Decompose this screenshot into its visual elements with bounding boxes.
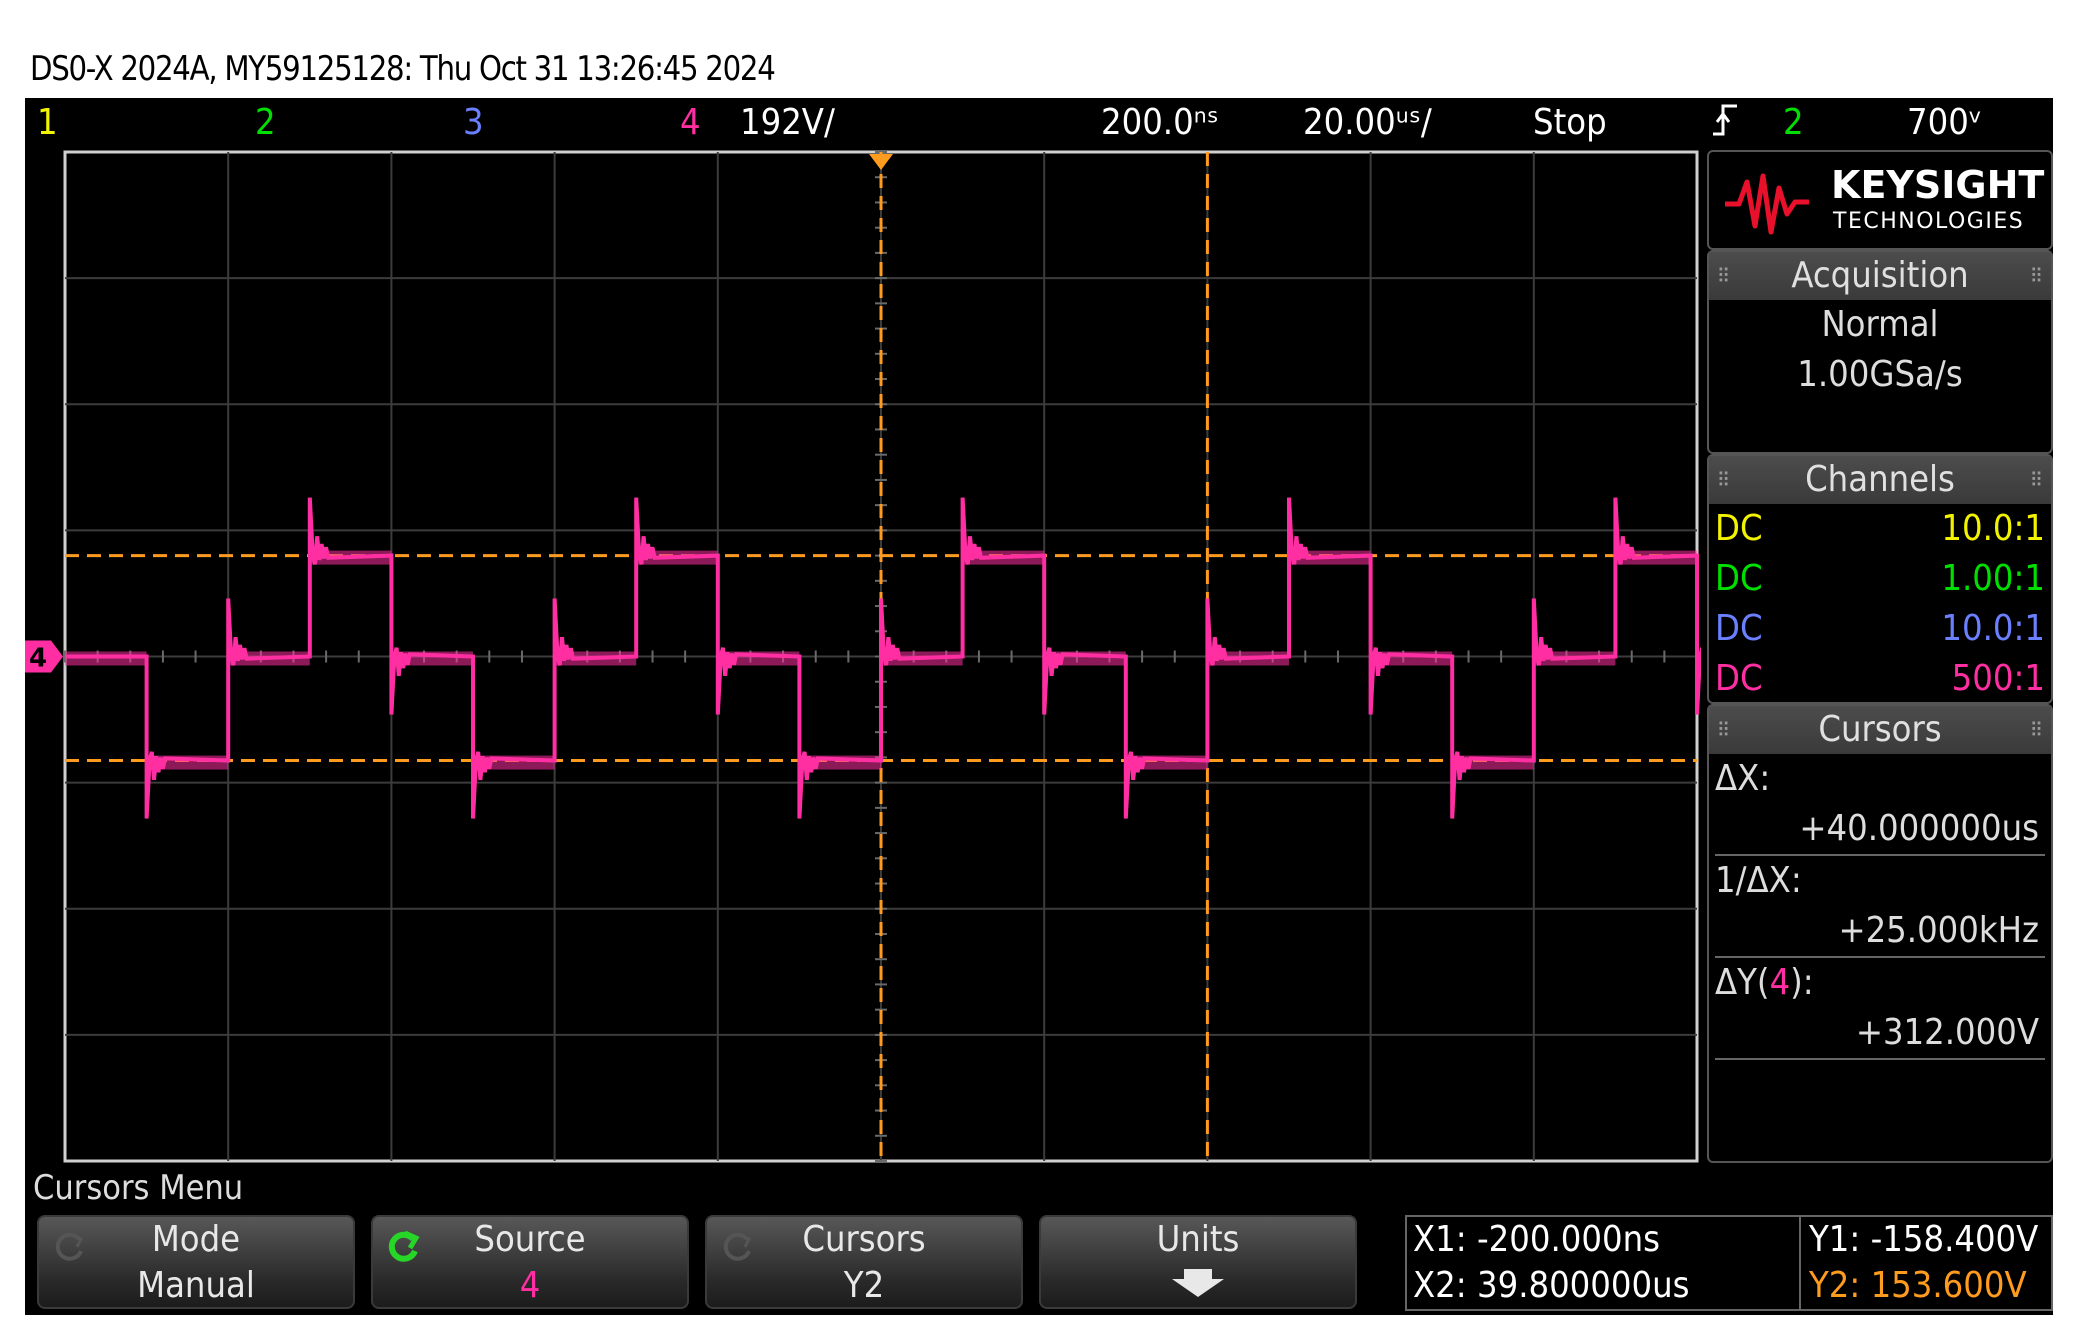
- delta-x-label: ΔX:: [1715, 758, 1771, 799]
- x1-readout: X1: -200.000ns: [1413, 1219, 1660, 1260]
- cursors-header[interactable]: ⠿ Cursors ⠿: [1709, 706, 2051, 754]
- source-value: 4: [519, 1265, 541, 1306]
- channel-row: DC 1.00:1: [1709, 554, 2051, 604]
- waveform-graticule[interactable]: 4: [25, 150, 1701, 1163]
- waveform-noise-band: [65, 651, 147, 666]
- trigger-source: 2: [1783, 102, 1804, 143]
- y1-readout: Y1: -158.400V: [1809, 1219, 2039, 1260]
- inverse-delta-x-value: +25.000kHz: [1715, 906, 2045, 958]
- inverse-delta-x-label: 1/ΔX:: [1715, 860, 1802, 901]
- cursor-readout: X1: -200.000ns X2: 39.800000us Y1: -158.…: [1405, 1215, 2053, 1311]
- oscilloscope-display: 1 2 3 4 192V/ 200.0ⁿˢ 20.00ᵘˢ/ Stop 2 70…: [25, 98, 2053, 1315]
- waveform-noise-band: [146, 755, 229, 770]
- sample-rate: 1.00GSa/s: [1797, 354, 1963, 395]
- y2-readout: Y2: 153.600V: [1809, 1265, 2027, 1306]
- run-state: Stop: [1533, 102, 1607, 143]
- waveform-noise-band: [309, 550, 392, 565]
- delta-x-value: +40.000000us: [1715, 804, 2045, 856]
- waveform-noise-band: [881, 651, 963, 666]
- cursors-panel: ⠿ Cursors ⠿ ΔX: +40.000000us 1/ΔX: +25.0…: [1707, 704, 2053, 1163]
- units-label: Units: [1156, 1219, 1240, 1260]
- channel-coupling: DC: [1715, 658, 1763, 699]
- cursors-value: Y2: [843, 1265, 885, 1306]
- channel-coupling: DC: [1715, 558, 1763, 599]
- window-title: DS0-X 2024A, MY59125128: Thu Oct 31 13:2…: [30, 49, 776, 89]
- trigger-level: 700ᵛ: [1907, 102, 1983, 143]
- waveform-noise-band: [962, 550, 1045, 565]
- channel-1-indicator[interactable]: 1: [37, 100, 58, 146]
- keysight-logo: KEYSIGHT TECHNOLOGIES: [1707, 150, 2053, 250]
- waveform-noise-band: [1615, 550, 1697, 565]
- right-info-panel: KEYSIGHT TECHNOLOGIES ⠿ Acquisition ⠿ No…: [1701, 150, 2053, 1163]
- waveform-noise-band: [1452, 755, 1534, 770]
- acquisition-panel: ⠿ Acquisition ⠿ Normal 1.00GSa/s: [1707, 250, 2053, 454]
- rotate-knob-icon: [55, 1232, 84, 1261]
- softkey-menu: Cursors Menu Mode Manual Source 4 Cursor…: [25, 1163, 2053, 1315]
- menu-title: Cursors Menu: [33, 1168, 244, 1208]
- channel-3-indicator[interactable]: 3: [463, 100, 484, 146]
- acquisition-header[interactable]: ⠿ Acquisition ⠿: [1709, 252, 2051, 300]
- channel-4-marker-label: 4: [29, 644, 47, 674]
- waveform-noise-band: [717, 651, 800, 666]
- waveform-noise-band: [1125, 755, 1208, 770]
- waveform-noise-band: [473, 755, 555, 770]
- channel-probe-ratio: 500:1: [1951, 658, 2045, 699]
- x2-readout: X2: 39.800000us: [1413, 1265, 1690, 1306]
- channel-4-indicator[interactable]: 4: [680, 100, 701, 146]
- waveform-noise-band: [391, 651, 473, 666]
- channel-2-indicator[interactable]: 2: [255, 100, 276, 146]
- channel-4-scale: 192V/: [740, 102, 835, 143]
- waveform-noise-band: [636, 550, 718, 565]
- channel-row: DC 10.0:1: [1709, 604, 2051, 654]
- svg-text:KEYSIGHT: KEYSIGHT: [1831, 163, 2044, 207]
- channel-coupling: DC: [1715, 508, 1763, 549]
- channel-coupling: DC: [1715, 608, 1763, 649]
- channels-header[interactable]: ⠿ Channels ⠿: [1709, 456, 2051, 504]
- channels-panel: ⠿ Channels ⠿ DC 10.0:1 DC 1.00:1 DC 10.0:1 DC 5…: [1707, 454, 2053, 704]
- channel-probe-ratio: 1.00:1: [1941, 558, 2045, 599]
- waveform-noise-band: [1289, 550, 1371, 565]
- channel-probe-ratio: 10.0:1: [1941, 508, 2045, 549]
- delta-y-value: +312.000V: [1715, 1008, 2045, 1060]
- acquisition-mode: Normal: [1821, 304, 1939, 345]
- rotate-knob-icon: [723, 1232, 752, 1261]
- rotate-knob-active-icon: [388, 1230, 420, 1262]
- waveform-noise-band: [799, 755, 881, 770]
- waveform-noise-band: [1370, 651, 1453, 666]
- submenu-arrow-icon: [1041, 1263, 1355, 1309]
- mode-value: Manual: [137, 1265, 255, 1306]
- svg-text:TECHNOLOGIES: TECHNOLOGIES: [1832, 209, 2024, 234]
- channel-row: DC 500:1: [1709, 654, 2051, 704]
- timebase-scale: 20.00ᵘˢ/: [1303, 102, 1432, 143]
- horizontal-delay: 200.0ⁿˢ: [1101, 102, 1219, 143]
- trigger-edge-icon: [1711, 100, 1739, 152]
- mode-softkey[interactable]: Mode Manual: [37, 1215, 355, 1309]
- status-bar: 1 2 3 4 192V/ 200.0ⁿˢ 20.00ᵘˢ/ Stop 2 70…: [25, 98, 2053, 150]
- cursors-softkey[interactable]: Cursors Y2: [705, 1215, 1023, 1309]
- delta-y-label: ΔY(4):: [1715, 962, 1814, 1003]
- waveform-noise-band: [1207, 651, 1289, 666]
- units-softkey[interactable]: Units: [1039, 1215, 1357, 1309]
- waveform-noise-band: [554, 651, 637, 666]
- source-softkey[interactable]: Source 4: [371, 1215, 689, 1309]
- waveform-noise-band: [228, 651, 310, 666]
- channel-row: DC 10.0:1: [1709, 504, 2051, 554]
- waveform-noise-band: [1533, 651, 1616, 666]
- channel-probe-ratio: 10.0:1: [1941, 608, 2045, 649]
- waveform-noise-band: [1044, 651, 1126, 666]
